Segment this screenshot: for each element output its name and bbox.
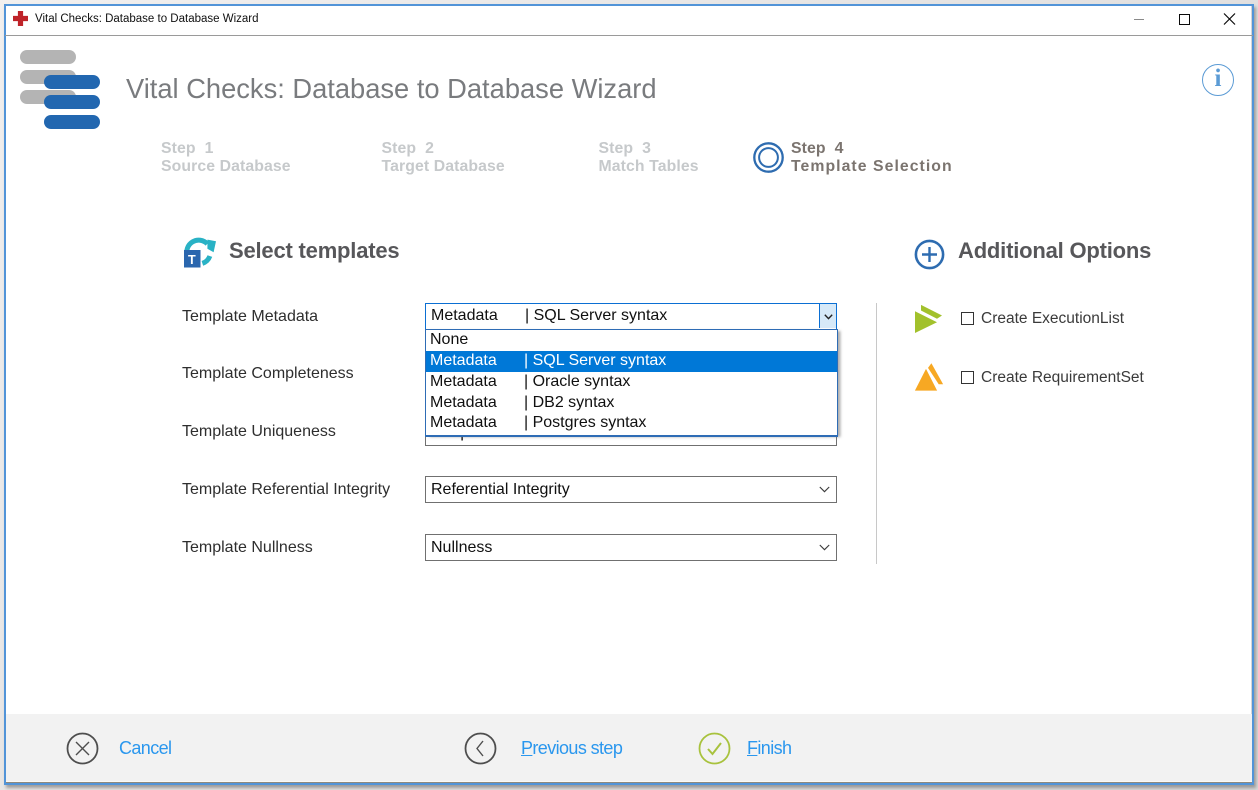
svg-text:T: T [188, 253, 196, 267]
